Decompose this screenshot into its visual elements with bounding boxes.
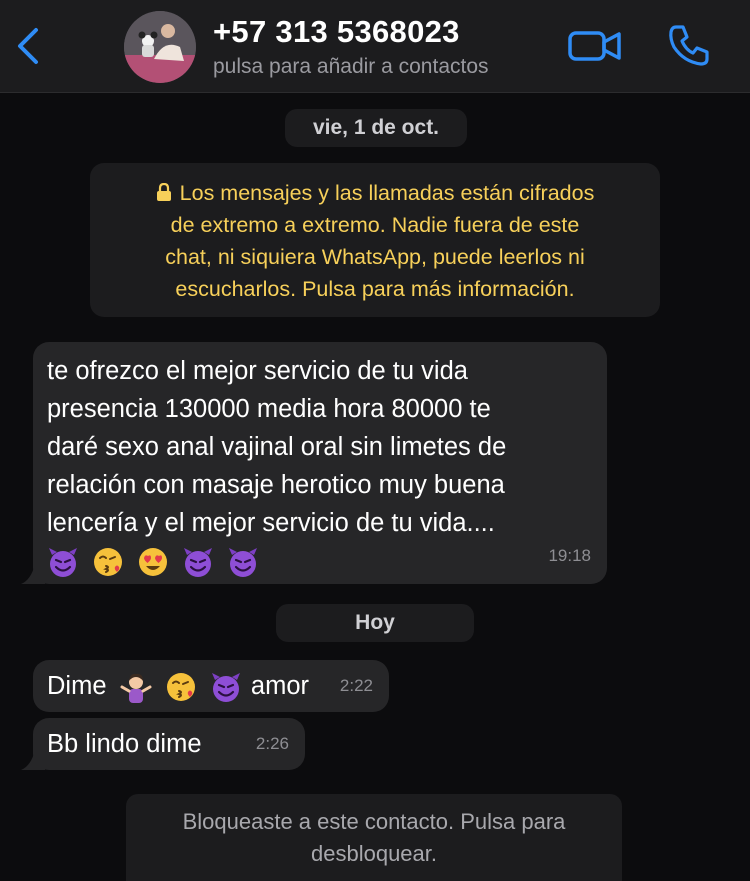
kiss-face-icon (94, 548, 123, 577)
lock-icon (156, 183, 171, 201)
message-text-line: daré sexo anal vajinal oral sin limetes … (47, 433, 507, 461)
avatar[interactable] (124, 11, 196, 83)
encryption-notice-line: Los mensajes y las llamadas están cifrad… (90, 177, 660, 209)
message-text: Bb lindo dime (47, 730, 202, 758)
bubble-tail (21, 750, 45, 770)
message-text-line: relación con masaje herotico muy buena (47, 471, 505, 499)
kiss-face-icon (166, 673, 195, 702)
blocked-notice-line: desbloquear. (311, 841, 437, 866)
date-separator: Hoy (276, 604, 474, 642)
back-button[interactable] (14, 26, 44, 66)
smiling-devil-icon (211, 673, 240, 703)
encryption-notice-line: de extremo a extremo. Nadie fuera de est… (170, 213, 580, 237)
incoming-message[interactable]: Dime amor 2:22 (33, 660, 389, 712)
message-time: 2:26 (255, 734, 289, 753)
heart-eyes-icon (139, 548, 168, 577)
message-time: 2:22 (339, 676, 373, 695)
smiling-devil-icon (49, 548, 77, 578)
shrug-woman-icon (120, 674, 152, 704)
chat-area[interactable]: vie, 1 de oct. Los mensajes y las llamad… (0, 93, 750, 881)
blocked-contact-notice[interactable]: Bloqueaste a este contacto. Pulsa para d… (126, 794, 622, 881)
incoming-message[interactable]: te ofrezco el mejor servicio de tu vida … (21, 342, 607, 584)
date-separator: vie, 1 de oct. (285, 109, 467, 147)
smiling-devil-icon (229, 548, 258, 578)
message-text-line: te ofrezco el mejor servicio de tu vida (47, 357, 468, 385)
chevron-left-icon (18, 28, 38, 64)
video-call-button[interactable] (567, 28, 623, 64)
incoming-message[interactable]: Bb lindo dime 2:26 (21, 718, 305, 770)
contact-subtitle[interactable]: pulsa para añadir a contactos (213, 55, 489, 79)
phone-icon (669, 25, 709, 66)
encryption-notice[interactable]: Los mensajes y las llamadas están cifrad… (90, 163, 660, 317)
bubble-tail (21, 564, 45, 584)
message-text-line: lencería y el mejor servicio de tu vida.… (47, 509, 495, 537)
contact-name[interactable]: +57 313 5368023 (213, 14, 460, 50)
chat-header: +57 313 5368023 pulsa para añadir a cont… (0, 0, 750, 93)
video-camera-icon (568, 31, 621, 61)
message-text: Dime (47, 672, 107, 700)
emoji-row (47, 542, 593, 582)
message-text-line: presencia 130000 media hora 80000 te (47, 395, 491, 423)
avatar-image (124, 11, 196, 83)
smiling-devil-icon (184, 548, 213, 578)
message-text: amor (250, 672, 309, 700)
encryption-notice-line: chat, ni siquiera WhatsApp, puede leerlo… (165, 245, 585, 269)
blocked-notice-line: Bloqueaste a este contacto. Pulsa para (182, 809, 566, 834)
encryption-notice-line: escucharlos. Pulsa para más información. (175, 277, 575, 301)
message-time: 19:18 (548, 546, 591, 565)
voice-call-button[interactable] (666, 22, 712, 68)
